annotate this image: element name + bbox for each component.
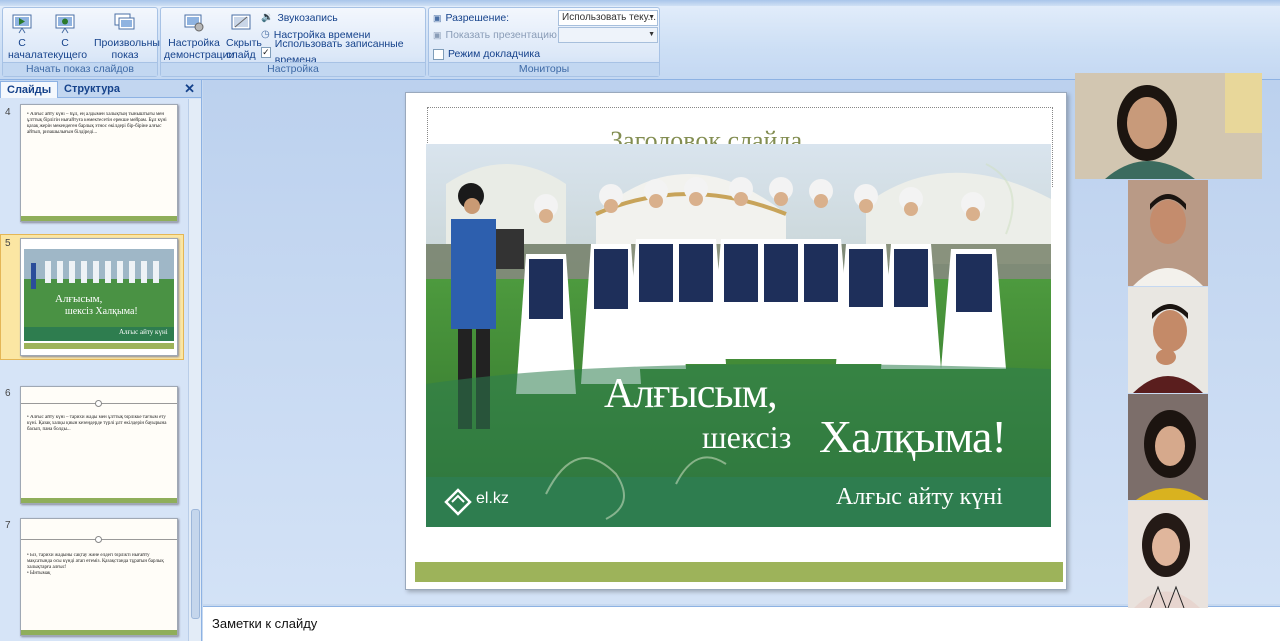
video-tile-2 bbox=[1128, 180, 1208, 286]
thumb-circle bbox=[95, 536, 102, 543]
record-narration-label: Звукозапись bbox=[277, 12, 338, 24]
setup-group: Настройка демонстрации Скрыть слайд 🔉 Зв… bbox=[160, 7, 426, 77]
slide-footer-bar bbox=[21, 630, 177, 635]
setup-show-icon bbox=[184, 14, 204, 32]
slide-photo[interactable]: Алғысым, шексіз Халқыма! Алғыс айту күні… bbox=[426, 144, 1051, 527]
record-narration-button[interactable]: 🔉 Звукозапись bbox=[261, 10, 338, 26]
thumb-slide-title-1: Алғысым, bbox=[55, 293, 103, 305]
slide-title-line-2b: Халқыма! bbox=[819, 411, 1007, 462]
thumb-slide-subtitle: Алғыс айту күні bbox=[119, 328, 168, 336]
presenter-view-checkbox[interactable]: Режим докладчика bbox=[433, 46, 540, 62]
slide-footer-bar bbox=[21, 498, 177, 503]
thumb-circle bbox=[95, 400, 102, 407]
video-tile-4 bbox=[1128, 394, 1208, 500]
elkz-logo-text: el.kz bbox=[476, 490, 509, 507]
hide-slide-icon bbox=[231, 14, 251, 30]
from-beginning-label: С начала bbox=[8, 37, 43, 61]
custom-show-label: Произвольный показ bbox=[94, 37, 166, 61]
use-timings-checkbox[interactable]: ✓ Использовать записанные времена bbox=[261, 38, 425, 66]
slideshow-start-icon bbox=[12, 14, 32, 34]
tab-slides[interactable]: Слайды bbox=[0, 81, 59, 98]
slide-thumbnail-text: • Біз, тарихи жадыны сақтау және елдегі … bbox=[27, 553, 164, 576]
tab-outline[interactable]: Структура bbox=[58, 81, 126, 98]
checkbox-checked-icon: ✓ bbox=[261, 46, 271, 58]
notes-placeholder: Заметки к слайду bbox=[212, 616, 318, 631]
video-tile-5 bbox=[1128, 501, 1208, 608]
ribbon-tab-strip bbox=[0, 0, 1280, 6]
slide-footer-bar bbox=[415, 562, 1063, 582]
resolution-value: Использовать теку... bbox=[562, 12, 656, 23]
show-on-dropdown[interactable]: ▼ bbox=[558, 27, 658, 43]
resolution-label: Разрешение: bbox=[445, 12, 510, 24]
slide-number: 5 bbox=[5, 238, 11, 249]
slide-thumbnail-4[interactable]: • Алғыс айту күні – бұл, ең алдымен халы… bbox=[20, 104, 178, 222]
resolution-label-row: ▣ Разрешение: bbox=[433, 10, 509, 26]
resolution-dropdown[interactable]: Использовать теку... ▼ bbox=[558, 10, 658, 26]
microphone-icon: 🔉 bbox=[261, 12, 274, 23]
show-on-label: Показать презентацию на: bbox=[445, 29, 575, 41]
monitors-group-label: Мониторы bbox=[429, 62, 659, 76]
close-icon[interactable]: ✕ bbox=[184, 81, 195, 97]
setup-show-label: Настройка демонстрации bbox=[164, 37, 235, 61]
pane-scrollbar[interactable] bbox=[188, 99, 201, 641]
custom-show-icon bbox=[114, 13, 135, 30]
setup-show-button[interactable]: Настройка демонстрации bbox=[163, 10, 235, 61]
slide-title-line-2a: шексіз bbox=[702, 419, 792, 455]
video-tile-1 bbox=[1075, 73, 1262, 179]
slide-thumbnails: 4 • Алғыс айту күні – бұл, ең алдымен ха… bbox=[0, 99, 188, 641]
slide-thumbnail-6[interactable]: • Алғыс айту күні – тарихи жады мен ұлтт… bbox=[20, 386, 178, 504]
ribbon: С начала С текущего слайда Произвольный … bbox=[0, 0, 1280, 80]
slide-photo-image bbox=[426, 144, 1051, 527]
participant-avatar bbox=[1128, 394, 1208, 500]
pane-tabs: Слайды Структура ✕ bbox=[0, 80, 201, 98]
custom-show-button[interactable]: Произвольный показ bbox=[93, 10, 166, 61]
slide-thumbnail-text: • Алғыс айту күні – тарихи жады мен ұлтт… bbox=[27, 415, 167, 432]
slide-thumbnail-text: • Алғыс айту күні – бұл, ең алдымен халы… bbox=[27, 112, 167, 135]
slide-title-line-1: Алғысым, bbox=[604, 371, 778, 417]
hide-slide-button[interactable]: Скрыть слайд bbox=[225, 10, 262, 61]
monitor-icon: ▣ bbox=[433, 13, 442, 23]
from-beginning-button[interactable]: С начала bbox=[5, 10, 43, 61]
slides-pane: Слайды Структура ✕ 4 • Алғыс айту күні –… bbox=[0, 80, 202, 641]
clock-icon: ◷ bbox=[261, 29, 270, 40]
slide-thumbnail-7[interactable]: • Біз, тарихи жадыны сақтау және елдегі … bbox=[20, 518, 178, 636]
thumb-slide-title-2: шексіз Халқыма! bbox=[65, 306, 138, 317]
monitor-icon: ▣ bbox=[433, 30, 442, 40]
video-tile-3 bbox=[1128, 287, 1208, 393]
slide-number: 6 bbox=[5, 388, 11, 399]
participant-avatar bbox=[1128, 287, 1208, 393]
chevron-down-icon: ▼ bbox=[648, 31, 655, 38]
notes-pane[interactable]: Заметки к слайду bbox=[203, 606, 1280, 641]
monitors-group: ▣ Разрешение: Использовать теку... ▼ ▣ П… bbox=[428, 7, 660, 77]
show-on-label-row: ▣ Показать презентацию на: bbox=[433, 27, 574, 43]
setup-group-label: Настройка bbox=[161, 62, 425, 76]
presenter-view-label: Режим докладчика bbox=[448, 48, 541, 60]
checkbox-unchecked-icon bbox=[433, 48, 444, 60]
slideshow-current-icon bbox=[55, 14, 75, 34]
start-slideshow-group: С начала С текущего слайда Произвольный … bbox=[2, 7, 166, 77]
participant-avatar bbox=[1128, 180, 1208, 286]
scrollbar-thumb[interactable] bbox=[191, 509, 200, 619]
slide-number: 7 bbox=[5, 520, 11, 531]
participant-avatar bbox=[1075, 73, 1262, 179]
slide-footer-bar bbox=[21, 216, 177, 221]
slide-thumbnail-5[interactable]: Алғысым, шексіз Халқыма! Алғыс айту күні bbox=[20, 238, 178, 356]
start-group-label: Начать показ слайдов bbox=[3, 62, 157, 76]
slide-number: 4 bbox=[5, 107, 11, 118]
hide-slide-label: Скрыть слайд bbox=[226, 37, 262, 61]
chevron-down-icon: ▼ bbox=[648, 14, 655, 21]
participant-avatar bbox=[1128, 501, 1208, 608]
slide-subtitle: Алғыс айту күні bbox=[836, 484, 1003, 510]
